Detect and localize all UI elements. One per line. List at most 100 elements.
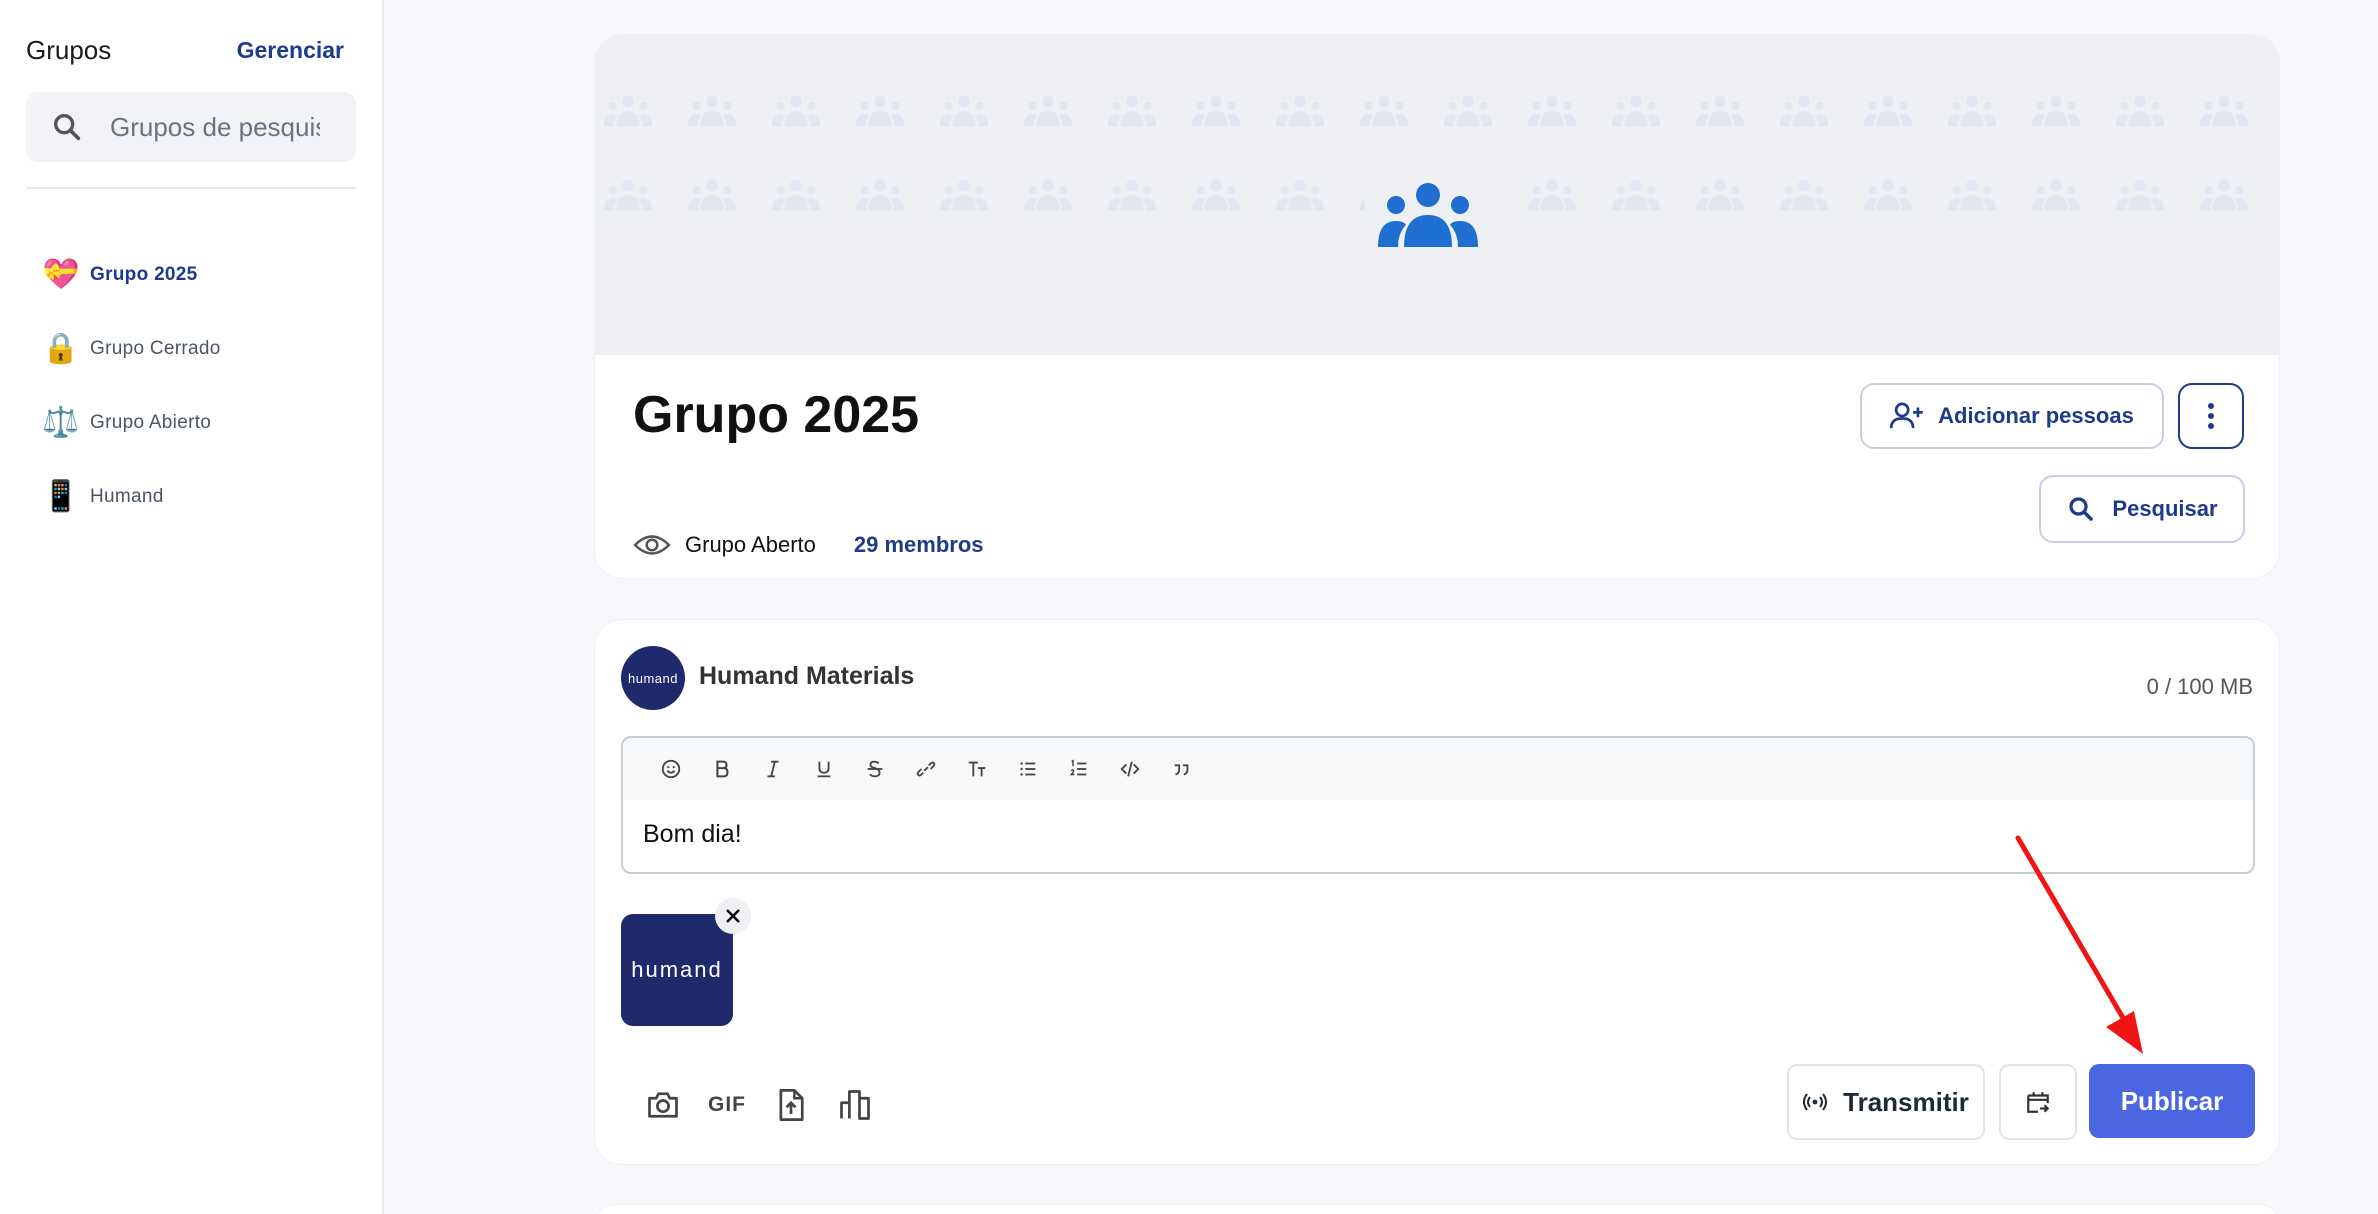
strikethrough-button[interactable] bbox=[849, 749, 900, 789]
calendar-schedule-icon bbox=[2027, 1092, 2050, 1113]
banner-people-icon bbox=[1527, 179, 1577, 211]
scales-icon: ⚖️ bbox=[42, 406, 80, 439]
banner-people-icon bbox=[1947, 179, 1997, 211]
stream-button[interactable]: Transmitir bbox=[1787, 1064, 1985, 1140]
banner-people-icon bbox=[939, 95, 989, 127]
numbered-list-icon bbox=[1068, 759, 1086, 776]
italic-button[interactable] bbox=[747, 749, 798, 789]
upload-quota: 0 / 100 MB bbox=[2146, 674, 2253, 699]
sidebar-item-label: Humand bbox=[90, 486, 164, 507]
numbered-list-button[interactable] bbox=[1053, 749, 1104, 789]
banner-people-icon bbox=[855, 179, 905, 211]
link-icon bbox=[916, 761, 935, 777]
post-composer: humand Humand Materials 0 / 100 MB Bom d… bbox=[594, 619, 2280, 1165]
search-group-button[interactable]: Pesquisar bbox=[2039, 475, 2245, 543]
banner-people-icon bbox=[1611, 95, 1661, 127]
text-size-icon bbox=[968, 761, 985, 777]
stream-label: Transmitir bbox=[1843, 1086, 1969, 1117]
emoji-button[interactable] bbox=[645, 749, 696, 789]
remove-attachment-button[interactable] bbox=[715, 898, 751, 934]
banner-people-icon bbox=[2115, 179, 2165, 211]
banner-people-icon bbox=[1863, 179, 1913, 211]
banner-people-icon bbox=[1695, 95, 1745, 127]
sidebar-divider bbox=[26, 187, 356, 189]
sidebar-header: Grupos Gerenciar bbox=[26, 32, 344, 68]
banner-people-icon bbox=[603, 179, 653, 211]
banner-people-icon bbox=[939, 179, 989, 211]
schedule-post-button[interactable] bbox=[1999, 1064, 2077, 1140]
add-photo-button[interactable] bbox=[631, 1080, 695, 1130]
banner-people-icon bbox=[1107, 179, 1157, 211]
file-upload-icon bbox=[779, 1089, 804, 1121]
group-banner bbox=[595, 35, 2279, 355]
underline-button[interactable] bbox=[798, 749, 849, 789]
sidebar-item-grupo-2025[interactable]: 💝 Grupo 2025 bbox=[42, 238, 362, 312]
banner-people-icon bbox=[1023, 95, 1073, 127]
banner-people-icon bbox=[687, 95, 737, 127]
group-list: 💝 Grupo 2025 🔒 Grupo Cerrado ⚖️ Grupo Ab… bbox=[42, 238, 362, 534]
more-options-button[interactable] bbox=[2178, 383, 2244, 449]
group-title: Grupo 2025 bbox=[633, 386, 920, 444]
banner-people-icon bbox=[1779, 95, 1829, 127]
banner-people-icon bbox=[771, 179, 821, 211]
post-text[interactable]: Bom dia! bbox=[623, 800, 2253, 849]
banner-people-icon bbox=[1023, 179, 1073, 211]
rich-text-editor[interactable]: Bom dia! bbox=[621, 736, 2255, 874]
group-search-box[interactable] bbox=[26, 92, 356, 162]
members-link[interactable]: 29 membros bbox=[854, 532, 984, 558]
banner-people-icon bbox=[1527, 95, 1577, 127]
search-group-label: Pesquisar bbox=[2112, 496, 2218, 521]
heart-hands-icon: 💝 bbox=[42, 258, 80, 291]
add-poll-button[interactable] bbox=[823, 1080, 887, 1130]
sidebar-title: Grupos bbox=[26, 34, 112, 65]
smiley-icon bbox=[661, 759, 680, 779]
group-people-icon bbox=[1365, 152, 1491, 278]
add-people-label: Adicionar pessoas bbox=[1938, 403, 2134, 428]
banner-people-icon bbox=[2115, 95, 2165, 127]
attached-image-thumbnail: humand bbox=[621, 914, 733, 1026]
add-people-button[interactable]: Adicionar pessoas bbox=[1860, 383, 2164, 449]
quote-button[interactable] bbox=[1155, 749, 1206, 789]
add-gif-button[interactable]: GIF bbox=[695, 1080, 759, 1130]
banner-people-icon bbox=[1863, 95, 1913, 127]
sidebar-item-label: Grupo 2025 bbox=[90, 264, 198, 285]
author-avatar: humand bbox=[621, 646, 685, 710]
sidebar-item-grupo-cerrado[interactable]: 🔒 Grupo Cerrado bbox=[42, 312, 362, 386]
banner-people-icon bbox=[855, 95, 905, 127]
phone-icon: 📱 bbox=[42, 480, 80, 513]
text-size-button[interactable] bbox=[951, 749, 1002, 789]
next-post-card bbox=[594, 1204, 2280, 1214]
bullet-list-icon bbox=[1019, 762, 1035, 776]
bullet-list-button[interactable] bbox=[1002, 749, 1053, 789]
sidebar-item-humand[interactable]: 📱 Humand bbox=[42, 460, 362, 534]
banner-people-icon bbox=[1695, 179, 1745, 211]
manage-groups-link[interactable]: Gerenciar bbox=[237, 37, 344, 64]
upload-file-button[interactable] bbox=[759, 1080, 823, 1130]
banner-people-icon bbox=[771, 95, 821, 127]
close-icon bbox=[726, 909, 740, 923]
banner-people-icon bbox=[2199, 179, 2249, 211]
add-person-icon bbox=[1890, 402, 1923, 429]
author-name: Humand Materials bbox=[699, 662, 915, 690]
publish-button[interactable]: Publicar bbox=[2089, 1064, 2255, 1138]
banner-people-icon bbox=[1191, 95, 1241, 127]
broadcast-icon bbox=[1803, 1093, 1828, 1111]
eye-icon bbox=[633, 535, 671, 555]
bold-button[interactable] bbox=[696, 749, 747, 789]
code-button[interactable] bbox=[1104, 749, 1155, 789]
group-header-card: Grupo 2025 Adicionar pessoas Grupo Abert… bbox=[594, 34, 2280, 579]
sidebar-item-grupo-abierto[interactable]: ⚖️ Grupo Abierto bbox=[42, 386, 362, 460]
banner-people-icon bbox=[2031, 179, 2081, 211]
sidebar-item-label: Grupo Cerrado bbox=[90, 338, 221, 359]
link-button[interactable] bbox=[900, 749, 951, 789]
lock-icon: 🔒 bbox=[42, 332, 80, 365]
search-icon bbox=[53, 113, 81, 141]
banner-people-icon bbox=[1275, 179, 1325, 211]
strikethrough-icon bbox=[867, 760, 882, 778]
banner-people-icon bbox=[1359, 95, 1409, 127]
group-search-input[interactable] bbox=[110, 111, 320, 143]
bar-chart-icon bbox=[840, 1090, 870, 1120]
banner-people-icon bbox=[1947, 95, 1997, 127]
banner-people-icon bbox=[1191, 179, 1241, 211]
quote-icon bbox=[1174, 764, 1188, 776]
